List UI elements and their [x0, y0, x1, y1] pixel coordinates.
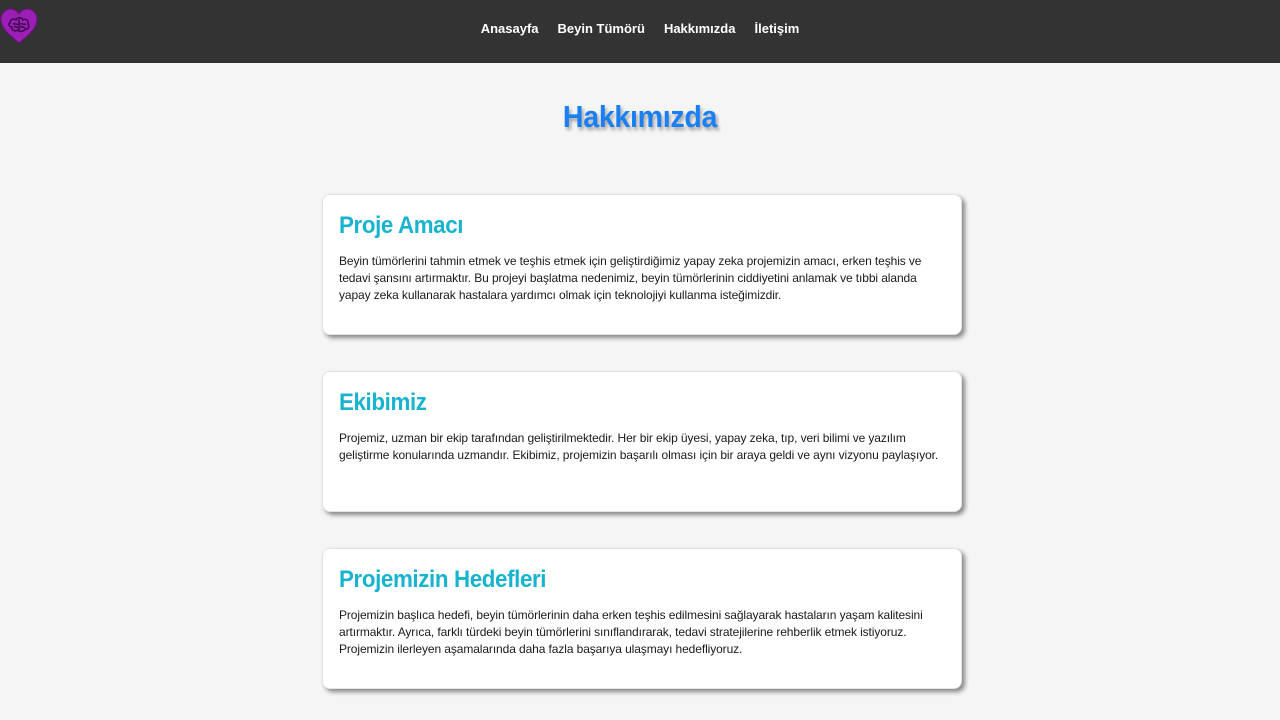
main-nav: Anasayfa Beyin Tümörü Hakkımızda İletişi…: [0, 20, 1280, 37]
nav-link-home[interactable]: Anasayfa: [481, 20, 539, 37]
card-project-goals: Projemizin Hedefleri Projemizin başlıca …: [322, 548, 962, 689]
card-text: Projemizin başlıca hedefi, beyin tümörle…: [339, 608, 923, 656]
card-title: Ekibimiz: [339, 389, 427, 416]
card-project-purpose: Proje Amacı Beyin tümörlerini tahmin etm…: [322, 194, 962, 335]
card-title: Proje Amacı: [339, 212, 464, 239]
nav-link-about[interactable]: Hakkımızda: [664, 20, 736, 37]
navbar: Anasayfa Beyin Tümörü Hakkımızda İletişi…: [0, 0, 1280, 63]
nav-link-brain-tumor[interactable]: Beyin Tümörü: [558, 20, 645, 37]
nav-link-contact[interactable]: İletişim: [754, 20, 799, 37]
card-title: Projemizin Hedefleri: [339, 566, 547, 593]
page-title: Hakkımızda: [562, 99, 718, 134]
card-text: Projemiz, uzman bir ekip tarafından geli…: [339, 431, 939, 462]
card-our-team: Ekibimiz Projemiz, uzman bir ekip tarafı…: [322, 371, 962, 512]
card-text: Beyin tümörlerini tahmin etmek ve teşhis…: [339, 254, 922, 302]
